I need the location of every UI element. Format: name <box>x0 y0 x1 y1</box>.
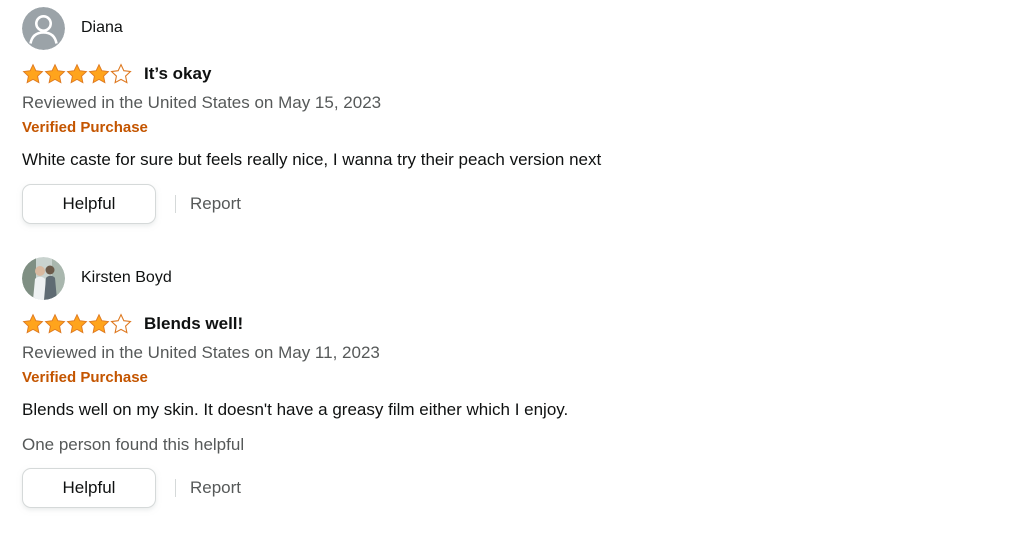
reviewer-profile[interactable]: Diana <box>22 6 1002 50</box>
star-full-icon <box>66 63 88 85</box>
verified-purchase-badge[interactable]: Verified Purchase <box>22 368 1002 388</box>
reviewer-profile[interactable]: Kirsten Boyd <box>22 256 1002 300</box>
helpful-button[interactable]: Helpful <box>22 184 156 224</box>
review-date: Reviewed in the United States on May 15,… <box>22 93 382 112</box>
divider <box>175 479 176 497</box>
star-full-icon <box>88 313 110 335</box>
report-link[interactable]: Report <box>190 478 241 498</box>
helpful-count: One person found this helpful <box>22 435 245 454</box>
review-date: Reviewed in the United States on May 11,… <box>22 343 380 362</box>
review-actions: Helpful Report <box>22 184 1002 224</box>
star-full-icon <box>22 63 44 85</box>
review-card: Diana It’s okay Reviewed in the United S… <box>22 6 1002 224</box>
review-title[interactable]: It’s okay <box>144 64 211 84</box>
review-text: White caste for sure but feels really ni… <box>22 150 602 169</box>
report-link[interactable]: Report <box>190 194 241 214</box>
star-rating[interactable] <box>22 63 132 85</box>
helpful-button[interactable]: Helpful <box>22 468 156 508</box>
verified-purchase-badge[interactable]: Verified Purchase <box>22 118 1002 138</box>
star-full-icon <box>88 63 110 85</box>
star-full-icon <box>22 313 44 335</box>
review-text: Blends well on my skin. It doesn't have … <box>22 400 569 419</box>
star-full-icon <box>66 313 88 335</box>
review-card: Kirsten Boyd Blends well! Reviewed in th… <box>22 256 1002 508</box>
reviewer-name[interactable]: Kirsten Boyd <box>81 269 172 287</box>
review-title[interactable]: Blends well! <box>144 314 243 334</box>
star-empty-icon <box>110 63 132 85</box>
star-empty-icon <box>110 313 132 335</box>
star-full-icon <box>44 63 66 85</box>
reviewer-name[interactable]: Diana <box>81 19 123 37</box>
star-full-icon <box>44 313 66 335</box>
review-actions: Helpful Report <box>22 468 1002 508</box>
default-avatar-icon <box>22 6 65 50</box>
photo-avatar <box>22 256 65 300</box>
star-rating[interactable] <box>22 313 132 335</box>
divider <box>175 195 176 213</box>
